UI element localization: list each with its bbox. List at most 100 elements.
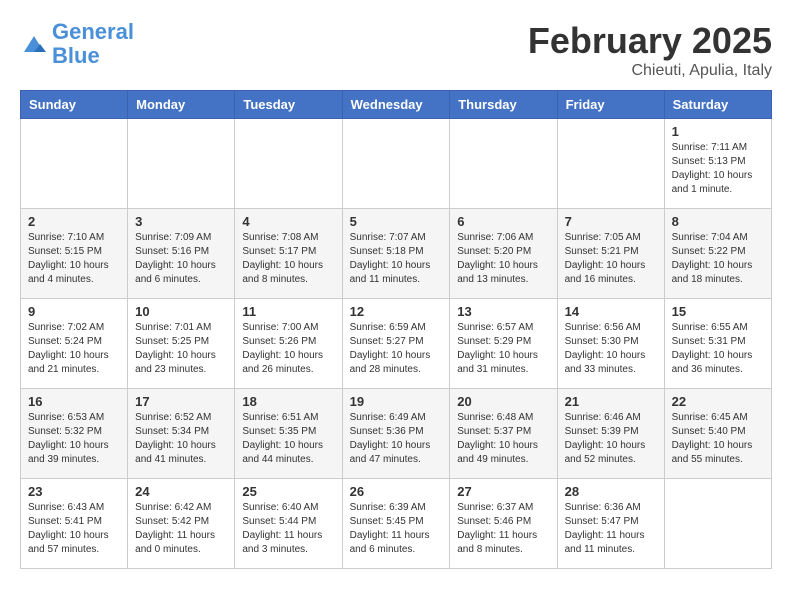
day-info: Sunrise: 6:43 AM Sunset: 5:41 PM Dayligh… [28, 501, 120, 557]
calendar-cell: 4 Sunrise: 7:08 AM Sunset: 5:17 PM Daylig… [235, 209, 342, 299]
calendar-cell [128, 119, 235, 209]
calendar-cell: 6 Sunrise: 7:06 AM Sunset: 5:20 PM Daylig… [450, 209, 557, 299]
weekday-header-tuesday: Tuesday [235, 91, 342, 119]
calendar-cell: 27 Sunrise: 6:37 AM Sunset: 5:46 PM Dayli… [450, 479, 557, 569]
calendar-cell: 25Sunrise: 6:40 AM Sunset: 5:44 PM Dayli… [235, 479, 342, 569]
logo: General Blue [20, 20, 134, 68]
day-number: 28 [565, 484, 657, 499]
day-number: 5 [350, 214, 443, 229]
day-number: 17 [135, 394, 227, 409]
day-number: 9 [28, 304, 120, 319]
day-info: Sunrise: 6:45 AM Sunset: 5:40 PM Dayligh… [672, 411, 764, 467]
calendar-cell: 5 Sunrise: 7:07 AM Sunset: 5:18 PM Daylig… [342, 209, 450, 299]
day-info: Sunrise: 6:57 AM Sunset: 5:29 PM Dayligh… [457, 321, 549, 377]
weekday-header-sunday: Sunday [21, 91, 128, 119]
day-number: 2 [28, 214, 120, 229]
day-number: 21 [565, 394, 657, 409]
calendar-cell: 15Sunrise: 6:55 AM Sunset: 5:31 PM Dayli… [664, 299, 771, 389]
day-info: Sunrise: 6:53 AM Sunset: 5:32 PM Dayligh… [28, 411, 120, 467]
day-number: 4 [242, 214, 334, 229]
day-number: 11 [242, 304, 334, 319]
day-number: 20 [457, 394, 549, 409]
calendar-cell: 19 Sunrise: 6:49 AM Sunset: 5:36 PM Dayli… [342, 389, 450, 479]
calendar-week-row: 23 Sunrise: 6:43 AM Sunset: 5:41 PM Dayli… [21, 479, 772, 569]
calendar-cell: 1 Sunrise: 7:11 AM Sunset: 5:13 PM Daylig… [664, 119, 771, 209]
day-info: Sunrise: 7:08 AM Sunset: 5:17 PM Dayligh… [242, 231, 334, 287]
calendar-table: SundayMondayTuesdayWednesdayThursdayFrid… [20, 90, 772, 569]
day-number: 7 [565, 214, 657, 229]
day-info: Sunrise: 7:01 AM Sunset: 5:25 PM Dayligh… [135, 321, 227, 377]
calendar-cell: 9 Sunrise: 7:02 AM Sunset: 5:24 PM Daylig… [21, 299, 128, 389]
day-info: Sunrise: 7:11 AM Sunset: 5:13 PM Dayligh… [672, 141, 764, 197]
calendar-cell [664, 479, 771, 569]
calendar-cell: 23 Sunrise: 6:43 AM Sunset: 5:41 PM Dayli… [21, 479, 128, 569]
day-info: Sunrise: 6:42 AM Sunset: 5:42 PM Dayligh… [135, 501, 227, 557]
weekday-header-friday: Friday [557, 91, 664, 119]
calendar-cell: 28Sunrise: 6:36 AM Sunset: 5:47 PM Dayli… [557, 479, 664, 569]
calendar-cell [557, 119, 664, 209]
calendar-cell: 7 Sunrise: 7:05 AM Sunset: 5:21 PM Daylig… [557, 209, 664, 299]
day-info: Sunrise: 7:10 AM Sunset: 5:15 PM Dayligh… [28, 231, 120, 287]
day-info: Sunrise: 7:06 AM Sunset: 5:20 PM Dayligh… [457, 231, 549, 287]
day-number: 19 [350, 394, 443, 409]
logo-text: General Blue [52, 20, 134, 68]
day-number: 26 [350, 484, 443, 499]
calendar-week-row: 2 Sunrise: 7:10 AM Sunset: 5:15 PM Daylig… [21, 209, 772, 299]
calendar-cell: 10 Sunrise: 7:01 AM Sunset: 5:25 PM Dayli… [128, 299, 235, 389]
day-info: Sunrise: 6:59 AM Sunset: 5:27 PM Dayligh… [350, 321, 443, 377]
day-info: Sunrise: 7:00 AM Sunset: 5:26 PM Dayligh… [242, 321, 334, 377]
weekday-header-monday: Monday [128, 91, 235, 119]
day-number: 14 [565, 304, 657, 319]
calendar-cell: 13 Sunrise: 6:57 AM Sunset: 5:29 PM Dayli… [450, 299, 557, 389]
calendar-cell: 8 Sunrise: 7:04 AM Sunset: 5:22 PM Daylig… [664, 209, 771, 299]
month-title: February 2025 [528, 20, 772, 62]
calendar-week-row: 9 Sunrise: 7:02 AM Sunset: 5:24 PM Daylig… [21, 299, 772, 389]
day-number: 25 [242, 484, 334, 499]
day-number: 18 [242, 394, 334, 409]
calendar-cell: 14Sunrise: 6:56 AM Sunset: 5:30 PM Dayli… [557, 299, 664, 389]
title-block: February 2025 Chieuti, Apulia, Italy [528, 20, 772, 80]
calendar-cell: 24Sunrise: 6:42 AM Sunset: 5:42 PM Dayli… [128, 479, 235, 569]
day-number: 13 [457, 304, 549, 319]
day-number: 3 [135, 214, 227, 229]
calendar-cell [235, 119, 342, 209]
day-number: 8 [672, 214, 764, 229]
day-info: Sunrise: 6:55 AM Sunset: 5:31 PM Dayligh… [672, 321, 764, 377]
day-info: Sunrise: 6:48 AM Sunset: 5:37 PM Dayligh… [457, 411, 549, 467]
day-number: 6 [457, 214, 549, 229]
day-info: Sunrise: 6:46 AM Sunset: 5:39 PM Dayligh… [565, 411, 657, 467]
calendar-cell: 21 Sunrise: 6:46 AM Sunset: 5:39 PM Dayli… [557, 389, 664, 479]
day-number: 16 [28, 394, 120, 409]
weekday-header-row: SundayMondayTuesdayWednesdayThursdayFrid… [21, 91, 772, 119]
calendar-cell: 26 Sunrise: 6:39 AM Sunset: 5:45 PM Dayli… [342, 479, 450, 569]
day-info: Sunrise: 6:49 AM Sunset: 5:36 PM Dayligh… [350, 411, 443, 467]
day-info: Sunrise: 7:05 AM Sunset: 5:21 PM Dayligh… [565, 231, 657, 287]
day-number: 23 [28, 484, 120, 499]
day-info: Sunrise: 7:02 AM Sunset: 5:24 PM Dayligh… [28, 321, 120, 377]
day-number: 22 [672, 394, 764, 409]
calendar-cell [450, 119, 557, 209]
calendar-cell [342, 119, 450, 209]
day-info: Sunrise: 6:52 AM Sunset: 5:34 PM Dayligh… [135, 411, 227, 467]
day-info: Sunrise: 7:04 AM Sunset: 5:22 PM Dayligh… [672, 231, 764, 287]
day-number: 1 [672, 124, 764, 139]
location: Chieuti, Apulia, Italy [528, 62, 772, 80]
day-number: 27 [457, 484, 549, 499]
calendar-cell: 20 Sunrise: 6:48 AM Sunset: 5:37 PM Dayli… [450, 389, 557, 479]
calendar-cell: 18 Sunrise: 6:51 AM Sunset: 5:35 PM Dayli… [235, 389, 342, 479]
calendar-cell: 12 Sunrise: 6:59 AM Sunset: 5:27 PM Dayli… [342, 299, 450, 389]
calendar-cell: 22 Sunrise: 6:45 AM Sunset: 5:40 PM Dayli… [664, 389, 771, 479]
day-info: Sunrise: 6:37 AM Sunset: 5:46 PM Dayligh… [457, 501, 549, 557]
day-info: Sunrise: 6:51 AM Sunset: 5:35 PM Dayligh… [242, 411, 334, 467]
day-info: Sunrise: 7:07 AM Sunset: 5:18 PM Dayligh… [350, 231, 443, 287]
day-info: Sunrise: 7:09 AM Sunset: 5:16 PM Dayligh… [135, 231, 227, 287]
day-number: 10 [135, 304, 227, 319]
weekday-header-wednesday: Wednesday [342, 91, 450, 119]
day-number: 12 [350, 304, 443, 319]
weekday-header-thursday: Thursday [450, 91, 557, 119]
page-header: General Blue February 2025 Chieuti, Apul… [20, 20, 772, 80]
calendar-cell: 3 Sunrise: 7:09 AM Sunset: 5:16 PM Daylig… [128, 209, 235, 299]
weekday-header-saturday: Saturday [664, 91, 771, 119]
day-info: Sunrise: 6:39 AM Sunset: 5:45 PM Dayligh… [350, 501, 443, 557]
calendar-cell: 16 Sunrise: 6:53 AM Sunset: 5:32 PM Dayli… [21, 389, 128, 479]
